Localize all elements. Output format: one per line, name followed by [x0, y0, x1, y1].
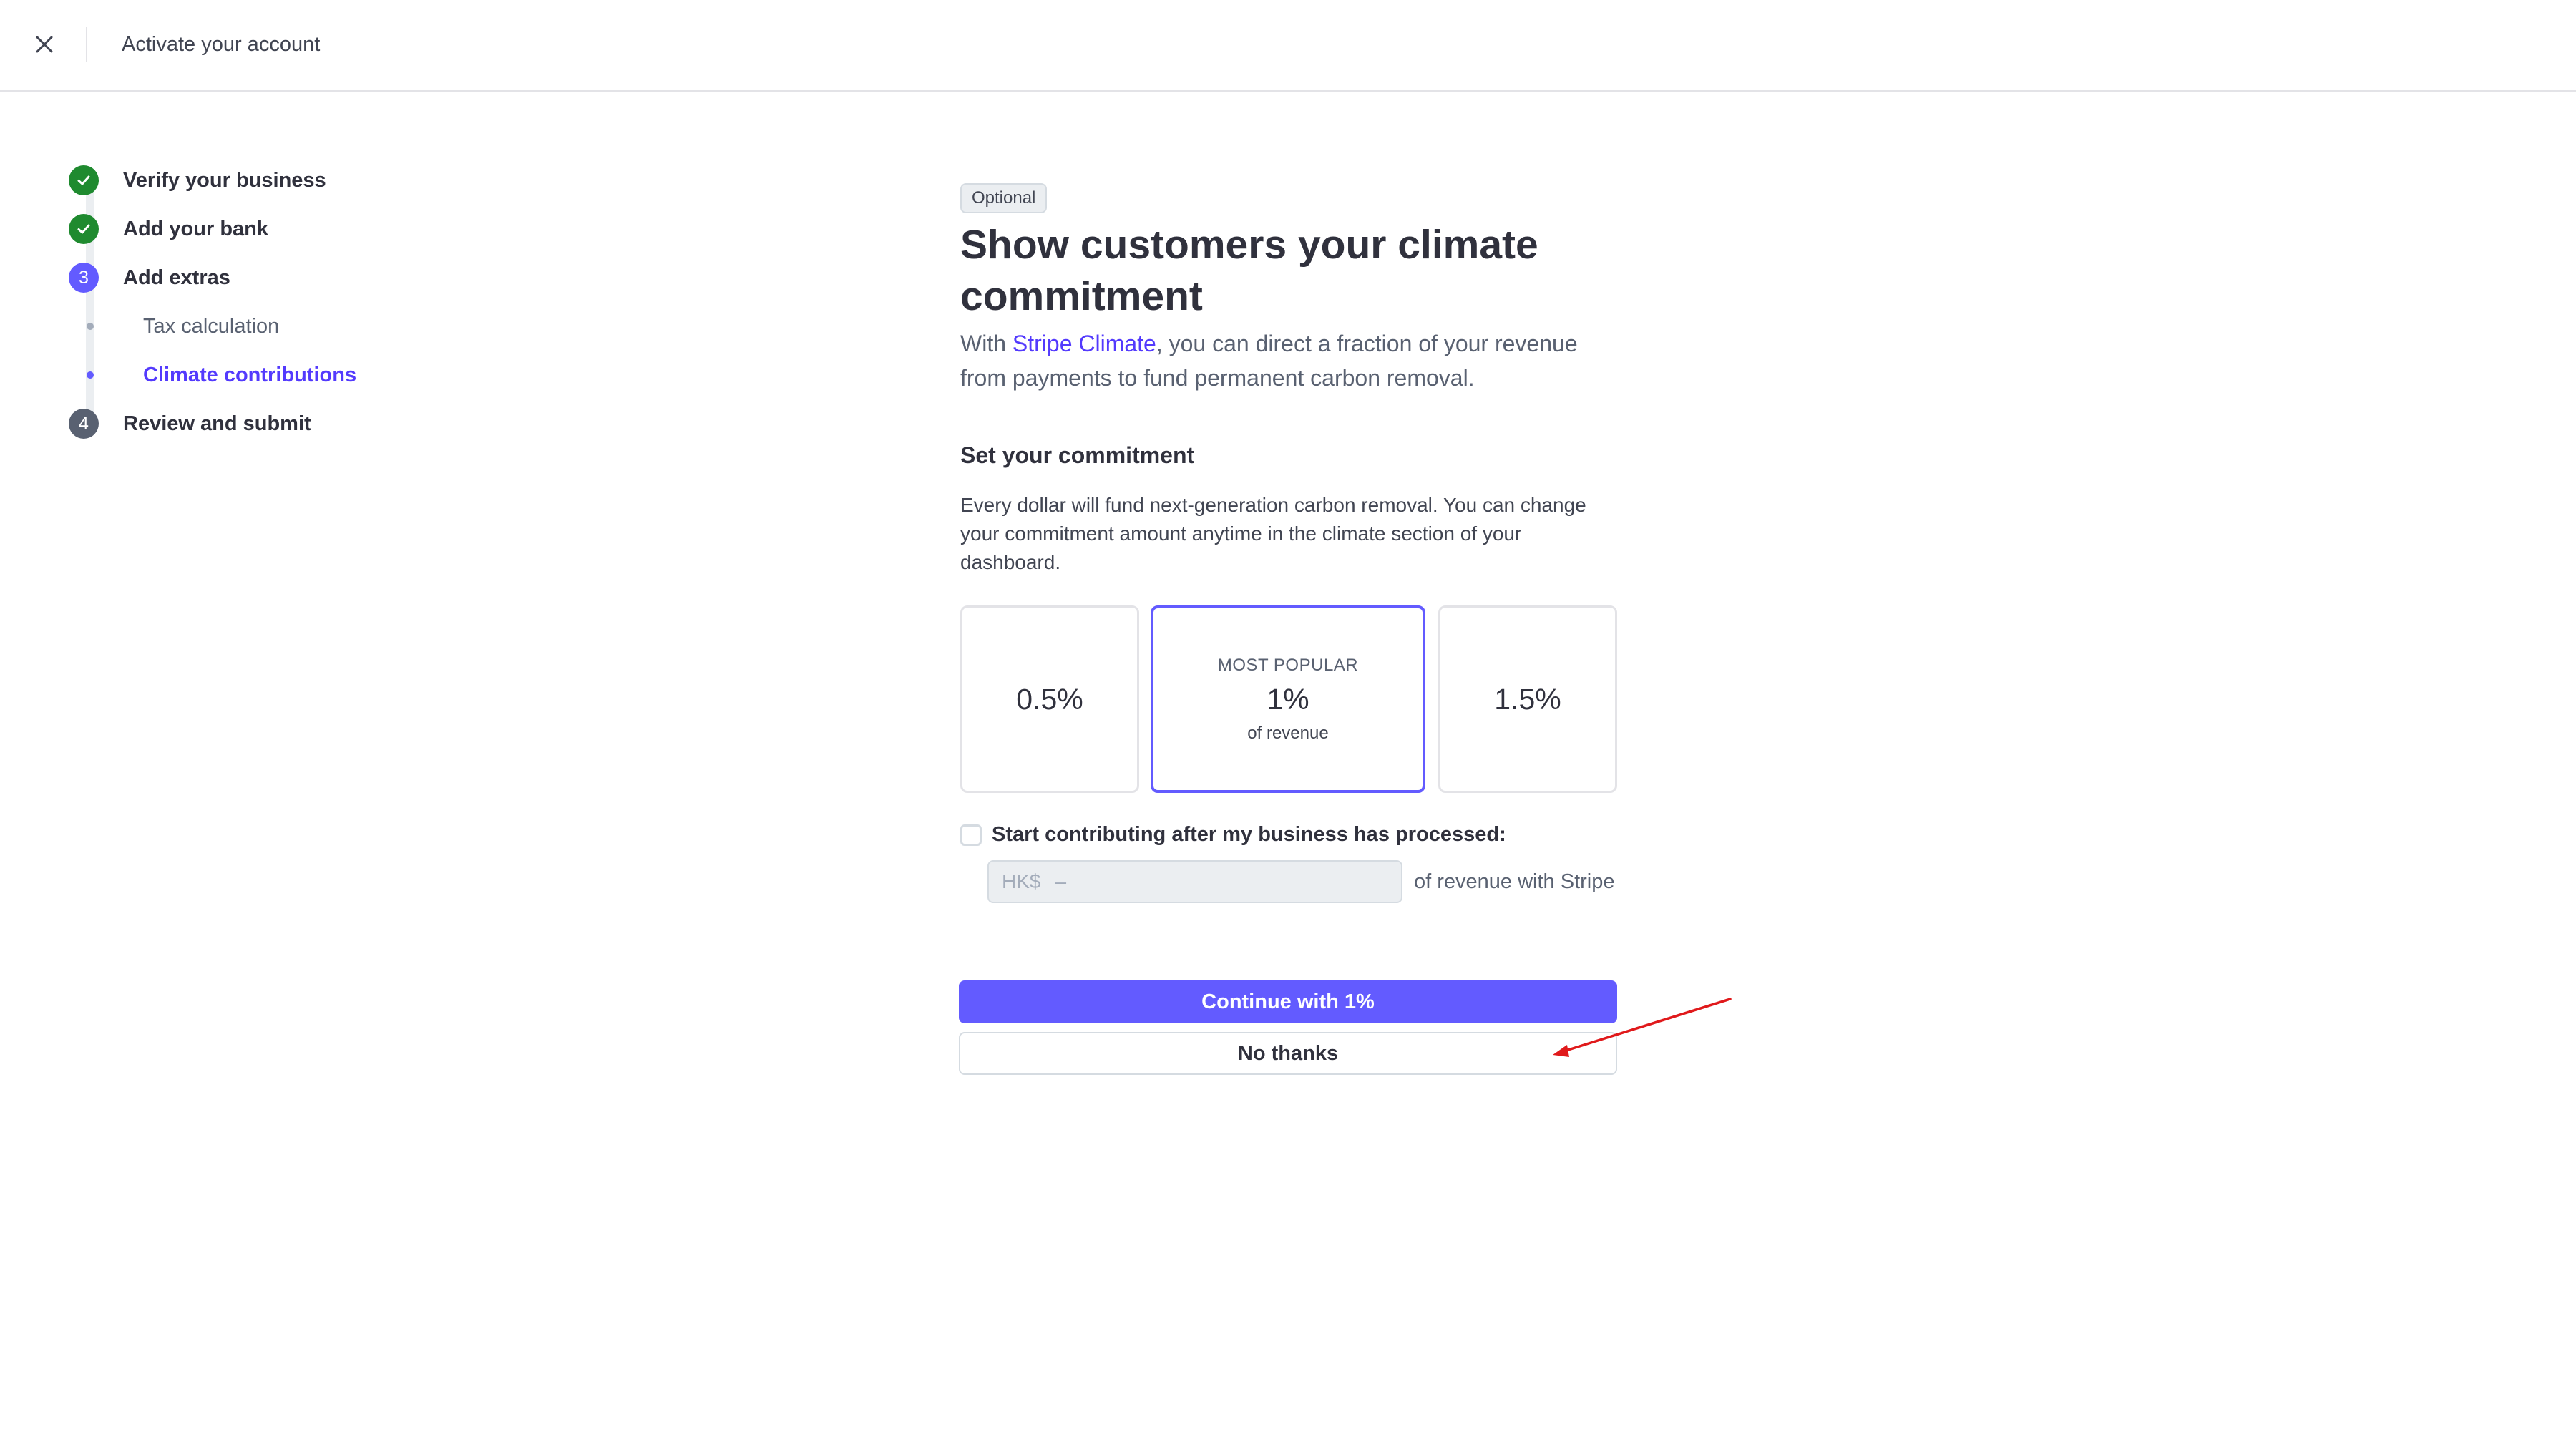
- intro-prefix: With: [960, 331, 1013, 356]
- option-subtext: of revenue: [1247, 723, 1329, 743]
- annotation-arrow-icon: [1553, 998, 1732, 1057]
- optional-badge: Optional: [960, 183, 1048, 213]
- header-divider: [86, 27, 87, 62]
- currency-prefix: HK$: [1002, 870, 1041, 892]
- option-value: 1.5%: [1494, 682, 1561, 716]
- commitment-option-1[interactable]: MOST POPULAR 1% of revenue: [1151, 605, 1425, 793]
- commitment-option-1-5[interactable]: 1.5%: [1438, 605, 1617, 793]
- threshold-value: –: [1055, 870, 1067, 892]
- most-popular-label: MOST POPULAR: [1217, 655, 1359, 675]
- no-thanks-button[interactable]: No thanks: [959, 1032, 1617, 1075]
- check-icon: [69, 214, 99, 244]
- step-label: Add your bank: [123, 217, 269, 240]
- commitment-option-0-5[interactable]: 0.5%: [960, 605, 1139, 793]
- headline: Show customers your climate commitment: [960, 222, 1538, 319]
- step-label: Add extras: [123, 266, 230, 289]
- threshold-checkbox[interactable]: [960, 824, 982, 846]
- step-add-bank[interactable]: Add your bank: [69, 212, 268, 246]
- progress-stepper: Verify your business Add your bank 3 Add…: [69, 159, 441, 445]
- option-value: 1%: [1267, 682, 1309, 716]
- step-verify-business[interactable]: Verify your business: [69, 163, 326, 198]
- step-add-extras[interactable]: 3 Add extras: [69, 260, 230, 295]
- stripe-climate-link[interactable]: Stripe Climate: [1013, 331, 1156, 356]
- threshold-suffix: of revenue with Stripe: [1414, 870, 1615, 893]
- section-description: Every dollar will fund next-generation c…: [960, 494, 1586, 573]
- step-label: Verify your business: [123, 168, 326, 192]
- page-title: Activate your account: [122, 33, 321, 56]
- substep-dot-icon: [87, 371, 94, 379]
- top-bar: Activate your account: [0, 0, 2576, 92]
- threshold-amount-input[interactable]: HK$ –: [987, 860, 1402, 903]
- step-number-badge: 4: [69, 409, 99, 439]
- step-number-badge: 3: [69, 263, 99, 293]
- substep-label: Tax calculation: [143, 314, 280, 338]
- step-review-submit[interactable]: 4 Review and submit: [69, 406, 311, 441]
- substep-label: Climate contributions: [143, 363, 357, 386]
- check-icon: [69, 165, 99, 195]
- intro-text: With Stripe Climate, you can direct a fr…: [960, 326, 1619, 395]
- substep-dot-icon: [87, 323, 94, 330]
- threshold-checkbox-label[interactable]: Start contributing after my business has…: [992, 823, 1506, 847]
- close-icon: [36, 36, 53, 53]
- section-title: Set your commitment: [960, 442, 1195, 468]
- close-button[interactable]: [30, 30, 59, 59]
- option-value: 0.5%: [1016, 682, 1083, 716]
- step-label: Review and submit: [123, 411, 311, 435]
- continue-button[interactable]: Continue with 1%: [959, 980, 1617, 1023]
